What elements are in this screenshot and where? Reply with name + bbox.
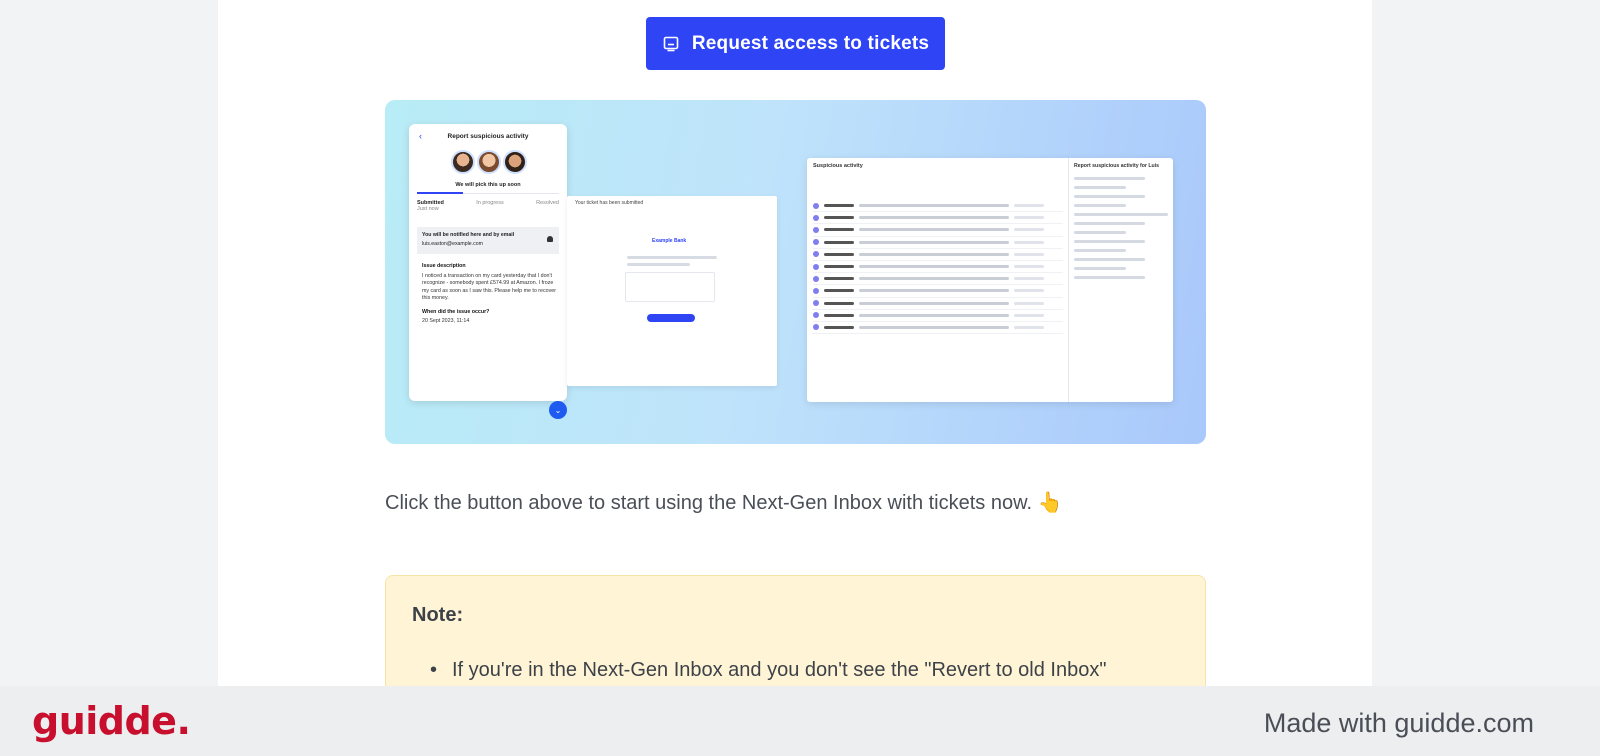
email-button <box>647 314 695 322</box>
notify-title: You will be notified here and by email <box>422 232 515 238</box>
desktop-inbox-mockup: Suspicious activity Report suspicious ac… <box>807 158 1173 402</box>
avatar <box>477 150 501 174</box>
list-item <box>813 224 1063 237</box>
guidde-logo[interactable]: guidde. <box>32 699 191 743</box>
request-access-label: Request access to tickets <box>691 32 930 54</box>
email-ticket-card <box>625 272 715 302</box>
list-item <box>813 310 1063 322</box>
avatar <box>451 150 475 174</box>
note-list: If you're in the Next-Gen Inbox and you … <box>452 659 1106 682</box>
caption-text: Click the button above to start using th… <box>385 492 1063 514</box>
ticket-list <box>813 200 1063 335</box>
mobile-title: Report suspicious activity <box>447 133 529 140</box>
when-label: When did the issue occur? <box>422 308 490 315</box>
notify-email: luis.easton@example.com <box>422 241 483 247</box>
list-item <box>813 200 1063 213</box>
list-item <box>813 249 1063 261</box>
tab-in-progress: In progress <box>476 200 504 206</box>
avatar <box>503 150 527 174</box>
email-mockup: Your ticket has been submitted Example B… <box>567 196 777 386</box>
list-item <box>813 273 1063 286</box>
ticket-icon <box>663 36 679 51</box>
issue-details: Issue description I noticed a transactio… <box>422 261 557 326</box>
issue-text: I noticed a transaction on my card yeste… <box>422 272 556 302</box>
made-with-link[interactable]: Made with guidde.com <box>1264 708 1534 739</box>
footer-bar: guidde. Made with guidde.com <box>0 686 1600 756</box>
email-text-lines <box>627 256 717 270</box>
list-item <box>813 237 1063 249</box>
issue-label: Issue description <box>422 263 466 269</box>
email-brand: Example Bank <box>652 238 687 244</box>
bell-icon <box>547 236 553 242</box>
mobile-status-tabs: Submitted Just now In progress Resolved <box>417 192 559 212</box>
mobile-ticket-mockup: ‹ Report suspicious activity We will pic… <box>409 124 567 401</box>
desktop-title: Suspicious activity <box>813 163 863 169</box>
email-header: Your ticket has been submitted <box>575 200 644 206</box>
tab-submitted-time: Just now <box>417 206 439 212</box>
list-item <box>813 261 1063 274</box>
ticket-detail-panel: Report suspicious activity for Luis <box>1068 158 1173 402</box>
list-item <box>813 298 1063 310</box>
list-item <box>813 212 1063 225</box>
tab-resolved: Resolved <box>536 200 559 206</box>
request-access-button[interactable]: Request access to tickets <box>646 17 945 70</box>
list-item: If you're in the Next-Gen Inbox and you … <box>452 659 1106 682</box>
list-item <box>813 322 1063 335</box>
team-avatars <box>451 150 527 174</box>
hero-image: ‹ Report suspicious activity We will pic… <box>385 100 1206 444</box>
side-title: Report suspicious activity for Luis <box>1074 163 1160 169</box>
chevron-down-icon: ⌄ <box>549 401 567 419</box>
list-item <box>813 285 1063 298</box>
when-value: 20 Sept 2023, 11:14 <box>422 318 470 324</box>
mobile-subtitle: We will pick this up soon <box>455 182 521 188</box>
note-title: Note: <box>412 604 464 626</box>
notify-banner: You will be notified here and by email l… <box>417 227 559 254</box>
